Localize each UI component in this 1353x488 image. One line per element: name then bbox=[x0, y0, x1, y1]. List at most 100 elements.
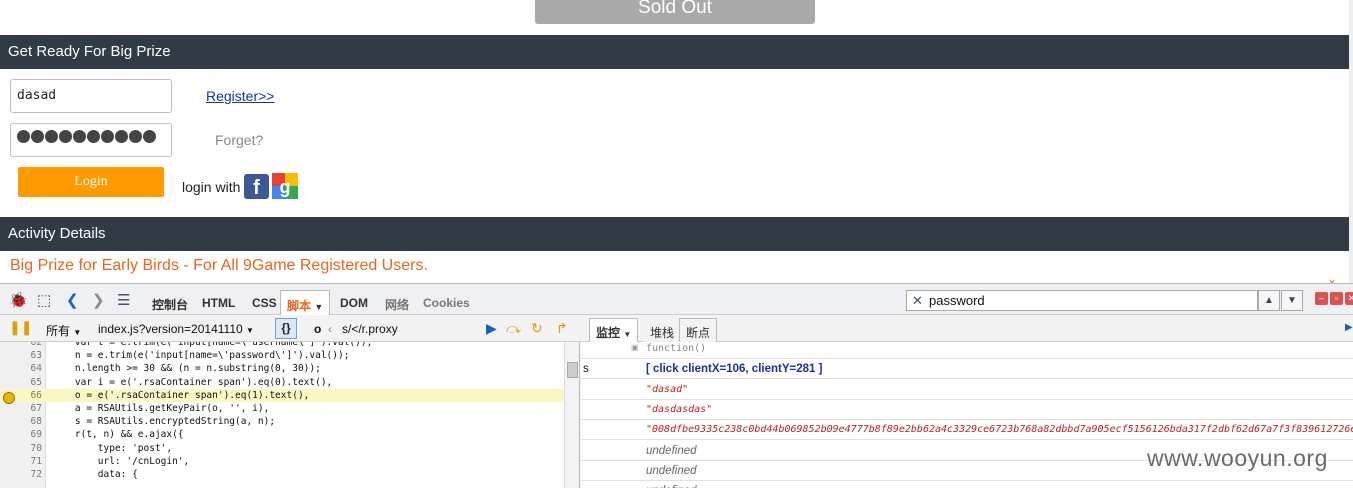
search-next-button[interactable]: ▼ bbox=[1281, 290, 1303, 311]
tab-css[interactable]: CSS bbox=[252, 296, 277, 310]
step-into-icon[interactable]: ↻ bbox=[531, 320, 543, 337]
tab-html[interactable]: HTML bbox=[202, 296, 235, 310]
password-dot bbox=[101, 130, 114, 143]
panel-expand-icon[interactable]: ▶ bbox=[1345, 322, 1353, 333]
source-line[interactable]: 65 var i = e('.rsaContainer span').eq(0)… bbox=[0, 376, 564, 389]
search-prev-button[interactable]: ▲ bbox=[1258, 290, 1280, 311]
back-icon[interactable]: ❮ bbox=[66, 291, 79, 309]
watch-row[interactable]: undefined bbox=[581, 481, 1353, 488]
activity-headline: Big Prize for Early Birds - For All 9Gam… bbox=[10, 257, 428, 274]
login-button[interactable]: Login bbox=[18, 167, 164, 197]
step-out-icon[interactable]: ↱ bbox=[556, 320, 568, 337]
tab-watch[interactable]: 监控 ▼ bbox=[589, 318, 639, 342]
pretty-print-button[interactable]: {} bbox=[275, 318, 297, 339]
watch-value: undefined bbox=[646, 481, 697, 488]
chevron-down-icon: ▼ bbox=[73, 328, 82, 337]
scroll-thumb[interactable] bbox=[567, 362, 578, 378]
minimize-icon[interactable]: – bbox=[1315, 292, 1328, 305]
resume-icon[interactable]: ▶ bbox=[486, 320, 497, 337]
source-line[interactable]: 62 var t = e.trim(e('input[name=\'userna… bbox=[0, 342, 564, 349]
clear-search-icon[interactable]: ✕ bbox=[912, 291, 923, 310]
source-line[interactable]: 63 n = e.trim(e('input[name=\'password\'… bbox=[0, 349, 564, 362]
watch-row[interactable]: "dasad" bbox=[581, 380, 1353, 400]
page-scrollbar[interactable] bbox=[1349, 0, 1353, 283]
tab-cookies[interactable]: Cookies bbox=[423, 296, 470, 310]
close-icon[interactable]: ✕ bbox=[1345, 292, 1353, 305]
watch-row[interactable]: s [ click clientX=106, clientY=281 ] bbox=[581, 359, 1353, 380]
tab-script[interactable]: 脚本 ▼ bbox=[280, 290, 331, 315]
search-input[interactable]: ✕ password bbox=[906, 290, 1258, 311]
detach-icon[interactable]: ▫ bbox=[1330, 292, 1343, 305]
inspect-icon[interactable]: ⬚ bbox=[37, 291, 51, 309]
devtools-main-toolbar: 🐞 ⬚ ❮ ❯ ☰ 控制台 HTML CSS 脚本 ▼ DOM 网络 Cooki… bbox=[0, 284, 1353, 315]
source-scrollbar[interactable] bbox=[564, 342, 579, 488]
password-dot bbox=[129, 130, 142, 143]
username-input[interactable]: dasad bbox=[10, 79, 172, 113]
svg-text:g: g bbox=[280, 177, 291, 197]
line-code: type: 'post', bbox=[52, 442, 173, 454]
call-stack-breadcrumb[interactable]: s/</r.proxy bbox=[342, 322, 398, 336]
section-header-big-prize: Get Ready For Big Prize bbox=[0, 35, 1349, 69]
source-line[interactable]: 69 r(t, n) && e.ajax({ bbox=[0, 428, 564, 441]
file-select[interactable]: index.js?version=20141110 ▼ bbox=[98, 322, 254, 336]
source-line[interactable]: 70 type: 'post', bbox=[0, 442, 564, 455]
tab-network[interactable]: 网络 bbox=[385, 296, 409, 313]
line-number: 70 bbox=[30, 442, 42, 454]
source-line[interactable]: 72 data: { bbox=[0, 468, 564, 481]
google-icon[interactable]: g bbox=[272, 173, 298, 199]
firebug-icon[interactable]: 🐞 bbox=[9, 291, 28, 309]
source-line[interactable]: 64 n.length >= 30 && (n = n.substring(0,… bbox=[0, 362, 564, 375]
password-dot bbox=[115, 130, 128, 143]
tab-breakpoints[interactable]: 断点 bbox=[679, 318, 718, 342]
forget-password-link[interactable]: Forget? bbox=[215, 132, 263, 148]
line-number: 62 bbox=[30, 342, 42, 348]
watch-row[interactable]: "dasdasdas" bbox=[581, 400, 1353, 420]
source-line[interactable]: 68 s = RSAUtils.encryptedString(a, n); bbox=[0, 415, 564, 428]
login-with-label: login with bbox=[182, 179, 241, 195]
breakpoint-icon[interactable] bbox=[3, 392, 15, 404]
password-dots bbox=[17, 130, 171, 143]
password-dot bbox=[45, 130, 58, 143]
line-number: 72 bbox=[30, 469, 42, 480]
password-dot bbox=[143, 130, 156, 143]
line-number: 68 bbox=[30, 416, 42, 428]
watch-row[interactable]: function() bbox=[581, 342, 1353, 359]
chevron-down-icon: ▼ bbox=[246, 326, 254, 335]
tab-dom[interactable]: DOM bbox=[340, 296, 368, 310]
tab-console[interactable]: 控制台 bbox=[152, 296, 188, 313]
facebook-icon[interactable]: f bbox=[244, 174, 269, 199]
command-line-icon[interactable]: ☰ bbox=[117, 291, 130, 309]
line-number: 66 bbox=[30, 389, 42, 401]
line-number: 69 bbox=[30, 429, 42, 441]
source-line[interactable]: 67 a = RSAUtils.getKeyPair(o, '', i), bbox=[0, 402, 564, 415]
line-number: 71 bbox=[30, 455, 42, 467]
forward-icon[interactable]: ❯ bbox=[92, 291, 105, 309]
line-code: url: '/cnLogin', bbox=[52, 455, 190, 467]
search-value: password bbox=[929, 293, 985, 308]
breadcrumb-marker: o bbox=[314, 322, 322, 336]
web-page: Sold Out Get Ready For Big Prize dasad R… bbox=[0, 0, 1353, 286]
line-code: r(t, n) && e.ajax({ bbox=[52, 429, 184, 441]
watermark: www.wooyun.org bbox=[1147, 445, 1328, 471]
source-line[interactable]: 66 o = e('.rsaContainer span').eq(1).tex… bbox=[0, 388, 564, 402]
line-code: n = e.trim(e('input[name=\'password\']')… bbox=[52, 350, 350, 362]
line-code: var i = e('.rsaContainer span').eq(0).te… bbox=[52, 376, 333, 388]
step-over-icon[interactable]: ⤼ bbox=[506, 320, 521, 337]
chevron-left-icon[interactable]: ‹ bbox=[328, 322, 332, 336]
tab-stack[interactable]: 堆栈 bbox=[643, 318, 682, 342]
line-code: data: { bbox=[52, 469, 138, 480]
watch-value: function() bbox=[646, 343, 707, 354]
sold-out-button[interactable]: Sold Out bbox=[535, 0, 815, 24]
source-line[interactable]: 71 url: '/cnLogin', bbox=[0, 455, 564, 468]
password-dot bbox=[17, 130, 30, 143]
password-input[interactable] bbox=[10, 123, 172, 157]
pause-icon[interactable]: ❚❚ bbox=[9, 319, 32, 336]
scope-select[interactable]: 所有 ▼ bbox=[46, 322, 81, 339]
section-header-activity-details: Activity Details bbox=[0, 217, 1349, 251]
register-link[interactable]: Register>> bbox=[206, 88, 274, 104]
watch-value: "008dfbe9335c238c0bd44b069852b09e4777b8f… bbox=[646, 424, 1353, 436]
watch-value: "dasad" bbox=[646, 383, 689, 395]
watch-row[interactable]: "008dfbe9335c238c0bd44b069852b09e4777b8f… bbox=[581, 420, 1353, 441]
watch-value: undefined bbox=[646, 464, 697, 477]
line-code: o = e('.rsaContainer span').eq(1).text()… bbox=[52, 389, 310, 401]
